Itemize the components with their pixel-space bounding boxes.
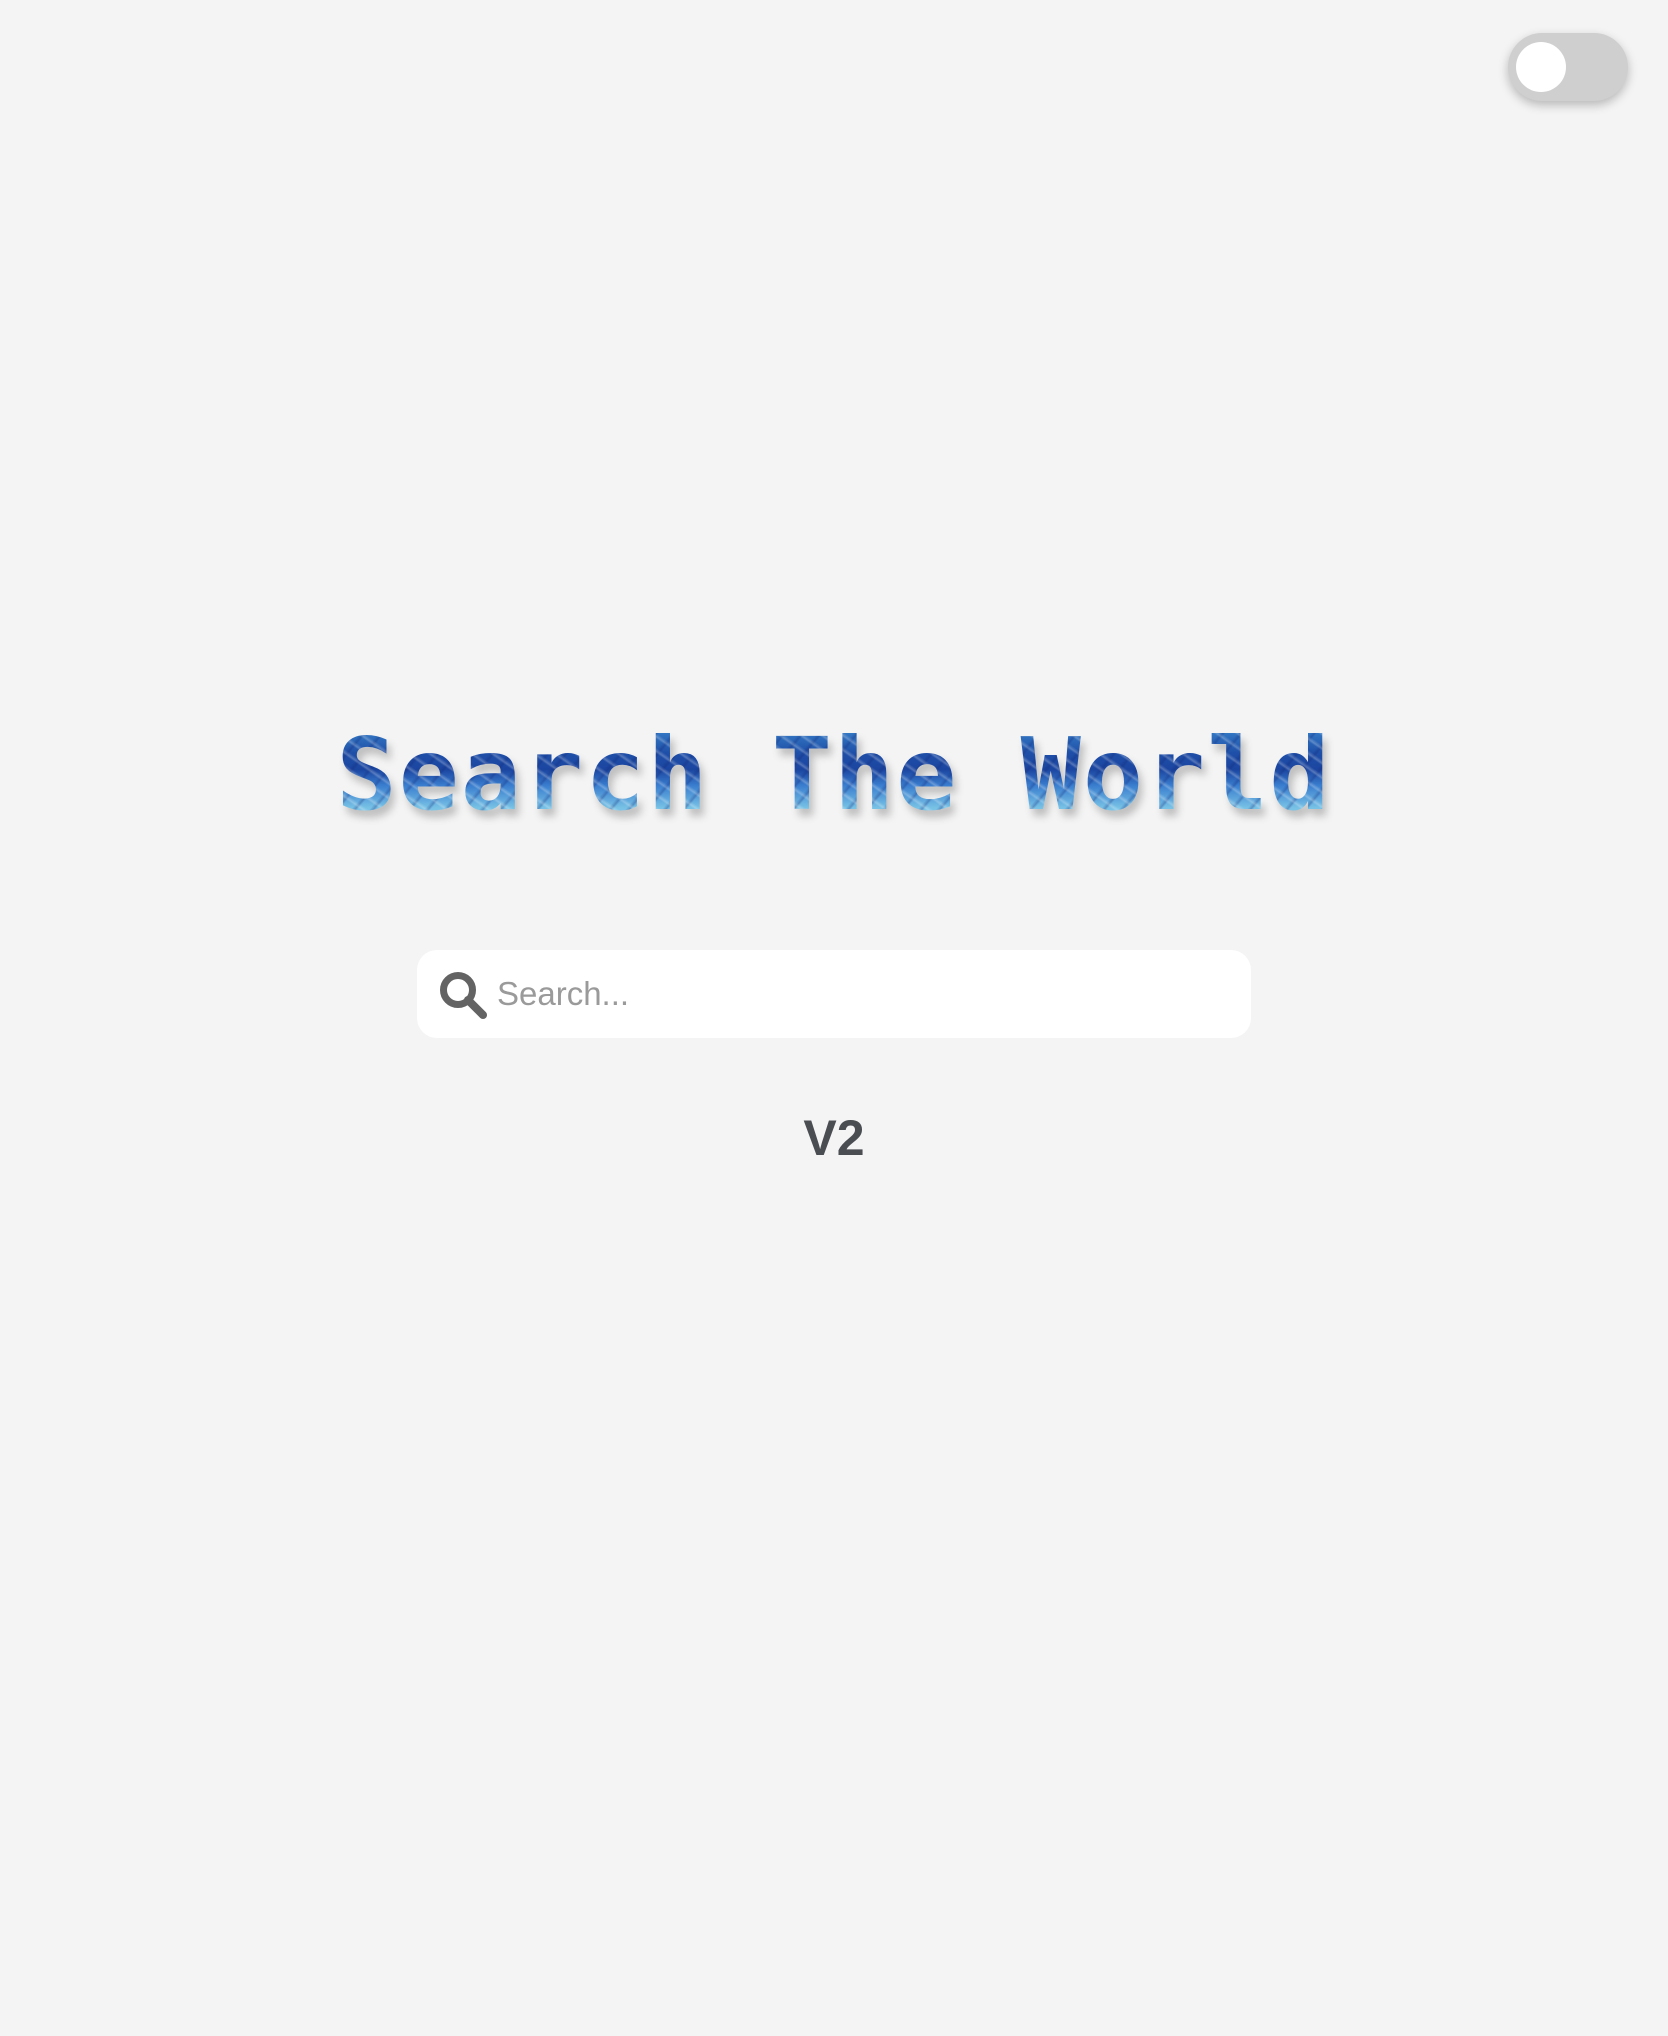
version-label: V2	[803, 1110, 865, 1166]
search-icon	[440, 972, 487, 1019]
theme-toggle[interactable]	[1508, 33, 1628, 101]
toggle-knob	[1516, 42, 1566, 92]
search-bar[interactable]	[417, 950, 1251, 1038]
search-input[interactable]	[497, 950, 1227, 1038]
page-title: Search The World	[0, 720, 1668, 830]
